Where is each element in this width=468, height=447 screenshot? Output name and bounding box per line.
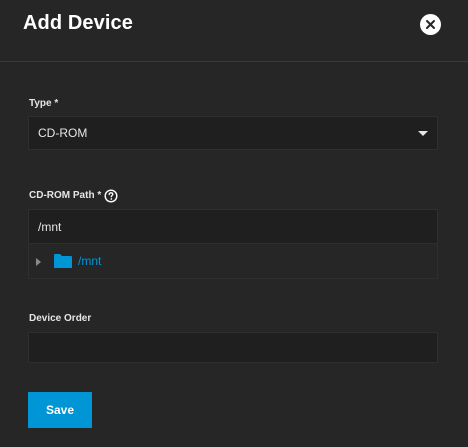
dialog-title: Add Device: [23, 12, 133, 34]
tree-node-label: /mnt: [78, 254, 102, 268]
type-select-value: CD-ROM: [38, 126, 88, 140]
cdrom-path-input[interactable]: [29, 210, 437, 243]
dialog-header: Add Device: [0, 0, 468, 62]
type-select[interactable]: CD-ROM: [28, 116, 438, 150]
chevron-down-icon: [418, 131, 428, 136]
cdrom-path-explorer: /mnt: [28, 209, 438, 279]
add-device-dialog: Add Device Type * CD-ROM CD-ROM Path * /…: [0, 0, 468, 447]
tree-node-mnt[interactable]: /mnt: [29, 243, 437, 278]
save-button[interactable]: Save: [28, 392, 92, 428]
expand-arrow-icon[interactable]: [36, 258, 41, 266]
type-label: Type *: [29, 98, 59, 109]
cdrom-path-label: CD-ROM Path *: [29, 190, 102, 201]
close-button[interactable]: [420, 14, 441, 35]
device-order-input[interactable]: [28, 332, 438, 363]
help-icon[interactable]: [104, 189, 118, 203]
close-icon: [426, 20, 435, 29]
folder-icon: [54, 254, 72, 268]
device-order-label: Device Order: [29, 313, 92, 324]
